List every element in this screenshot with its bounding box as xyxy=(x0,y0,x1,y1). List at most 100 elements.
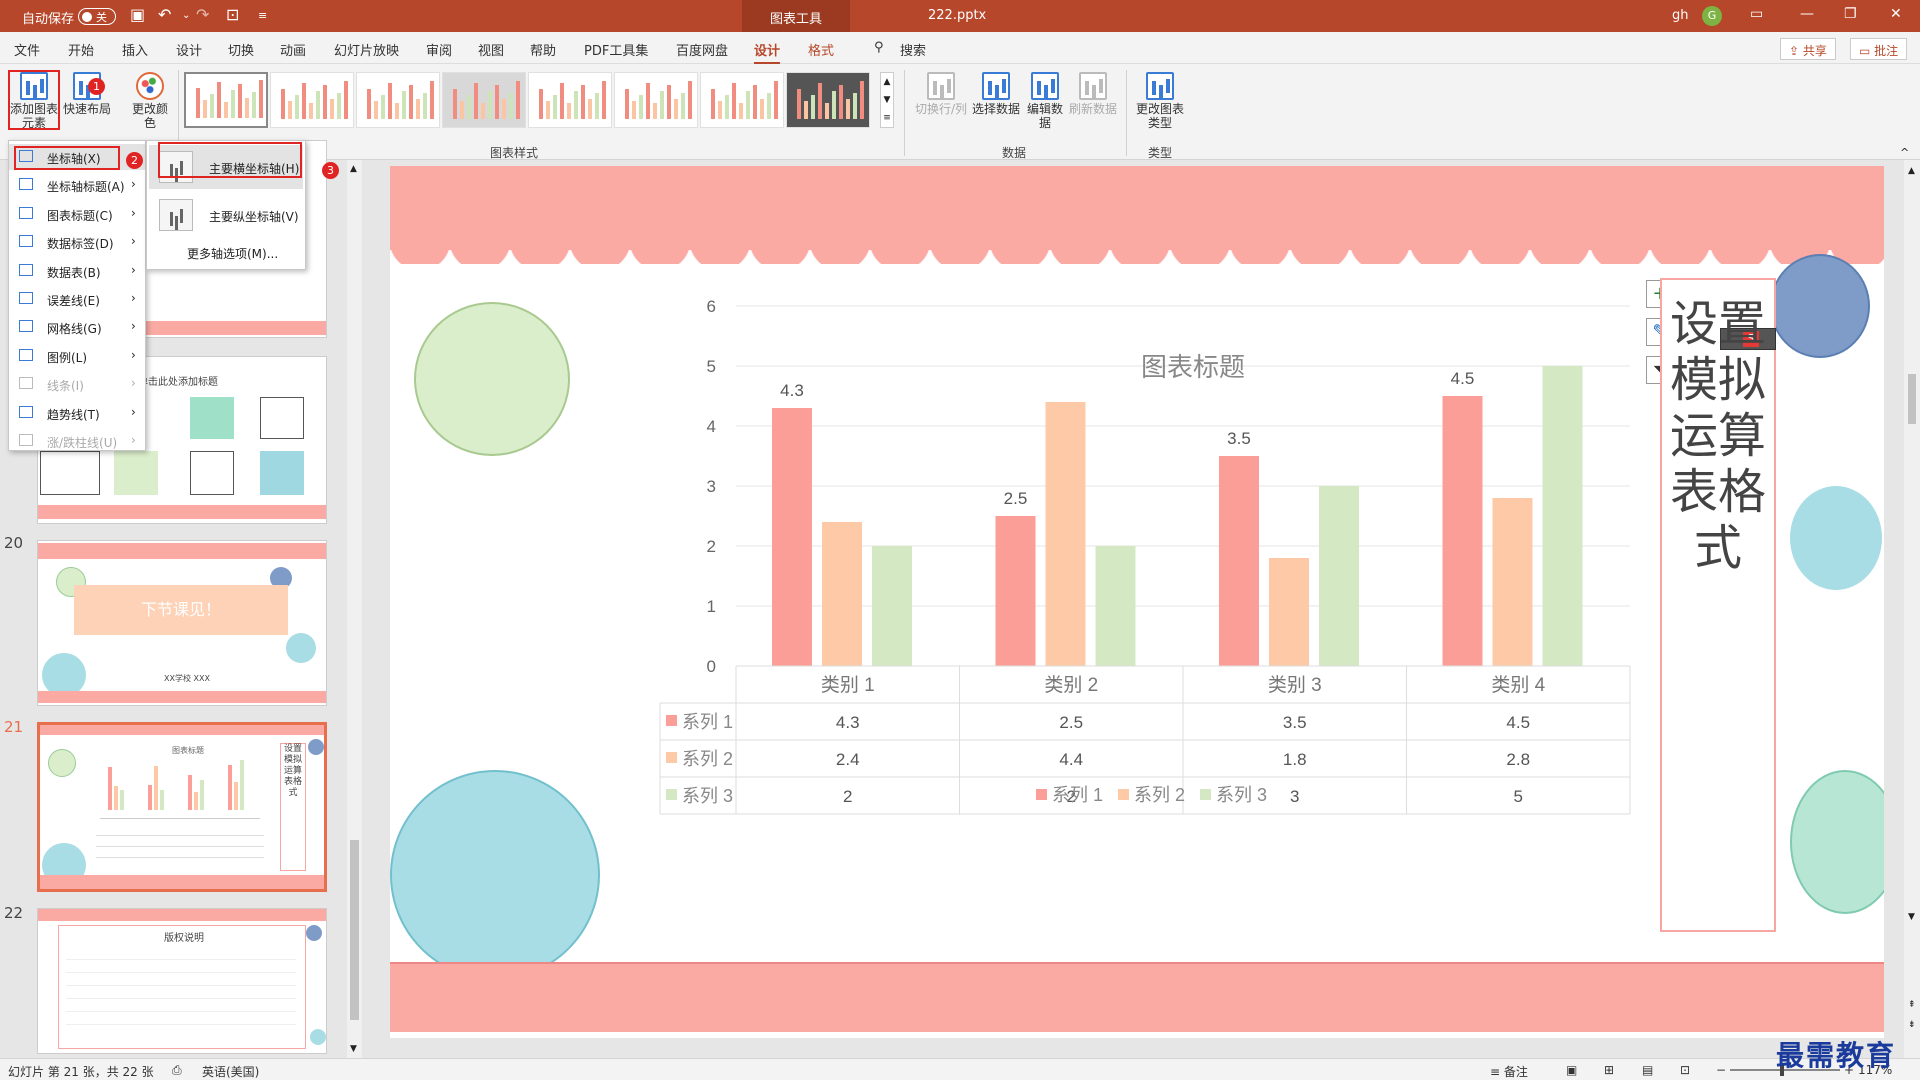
change-chart-type-button[interactable]: 更改图表类型 xyxy=(1134,72,1186,130)
thumb-band xyxy=(38,505,326,519)
undo-dropdown-icon[interactable]: ⌄ xyxy=(182,10,190,21)
avatar[interactable]: G xyxy=(1702,6,1722,26)
tab-baidu-netdisk[interactable]: 百度网盘 xyxy=(676,40,728,59)
tab-review[interactable]: 审阅 xyxy=(426,40,452,59)
menu-item-gridlines[interactable]: 网格线(G) › xyxy=(9,314,145,340)
scroll-up-icon[interactable]: ▲ xyxy=(1908,166,1915,176)
highlight-axes-item xyxy=(14,146,120,170)
undo-icon[interactable]: ↶ xyxy=(158,5,171,24)
menu-item-trendline[interactable]: 趋势线(T) › xyxy=(9,400,145,426)
tab-animations[interactable]: 动画 xyxy=(280,40,306,59)
collapse-ribbon-icon[interactable]: ^ xyxy=(1900,146,1909,159)
scroll-down-icon[interactable]: ▼ xyxy=(350,1044,357,1054)
quick-layout-label: 快速布局 xyxy=(62,102,111,116)
slide-thumbnail-22[interactable]: 版权说明 xyxy=(37,908,327,1054)
switch-row-column-button[interactable]: 切换行/列 xyxy=(914,72,968,116)
chart-style-preview-bar xyxy=(288,101,292,119)
slide-sorter-icon[interactable]: ⊞ xyxy=(1604,1063,1614,1077)
chart-style-option[interactable] xyxy=(700,72,784,128)
menu-item-axis-titles[interactable]: 坐标轴标题(A) › xyxy=(9,172,145,198)
slide-thumbnail-20[interactable]: 下节课见！ XX学校 XXX xyxy=(37,540,327,706)
tab-slideshow[interactable]: 幻灯片放映 xyxy=(334,40,399,59)
tab-help[interactable]: 帮助 xyxy=(530,40,556,59)
menu-item-data-labels[interactable]: 数据标签(D) › xyxy=(9,229,145,255)
tab-home[interactable]: 开始 xyxy=(68,40,94,59)
editor-scrollbar[interactable]: ▲ ▼ ⇞ ⇟ xyxy=(1904,160,1920,1058)
restore-icon[interactable]: ❐ xyxy=(1844,6,1857,22)
menu-item-data-table[interactable]: 数据表(B) › xyxy=(9,258,145,284)
thumbnail-scrollbar[interactable]: ▲ ▼ xyxy=(347,160,362,1058)
scroll-thumb[interactable] xyxy=(1908,374,1916,424)
tab-transitions[interactable]: 切换 xyxy=(228,40,254,59)
gallery-scroll[interactable]: ▲ ▼ ≡ xyxy=(880,72,894,128)
bar-2-1 xyxy=(822,522,862,666)
zoom-out-icon[interactable]: − xyxy=(1716,1063,1726,1077)
edit-data-button[interactable]: 编辑数据 xyxy=(1024,72,1066,130)
bar-1-4 xyxy=(1442,396,1483,666)
redo-icon[interactable]: ↷ xyxy=(196,5,209,24)
chart-style-option[interactable] xyxy=(356,72,440,128)
menu-item-label: 误差线(E) xyxy=(47,294,100,308)
autosave-toggle[interactable]: 关 xyxy=(78,8,116,25)
notes-button[interactable]: ≡ 备注 xyxy=(1490,1063,1528,1080)
chart-style-preview-bar xyxy=(488,91,492,119)
chart-style-preview-bar xyxy=(210,94,214,118)
language[interactable]: 英语(美国) xyxy=(202,1063,259,1080)
menu-item-up-down-bars[interactable]: 涨/跌柱线(U) › xyxy=(9,428,145,454)
select-data-button[interactable]: 选择数据 xyxy=(970,72,1022,116)
slide-thumbnail-21[interactable]: 图表标题 设置模拟运算表格式 xyxy=(37,722,327,892)
tab-file[interactable]: 文件 xyxy=(14,40,40,59)
scroll-thumb[interactable] xyxy=(350,840,359,1020)
tab-view[interactable]: 视图 xyxy=(478,40,504,59)
table-value: 2 xyxy=(843,787,852,806)
menu-item-label: 线条(I) xyxy=(47,379,84,394)
slideshow-view-icon[interactable]: ⊡ xyxy=(1680,1063,1690,1077)
chart-style-option[interactable] xyxy=(184,72,268,128)
user-name[interactable]: gh xyxy=(1672,8,1689,23)
submenu-more-axis-options[interactable]: 更多轴选项(M)... xyxy=(149,239,303,265)
tab-design[interactable]: 设计 xyxy=(176,40,202,59)
scroll-up-icon[interactable]: ▲ xyxy=(350,164,357,174)
tab-chart-format[interactable]: 格式 xyxy=(808,40,834,59)
chart-style-option[interactable] xyxy=(270,72,354,128)
menu-item-legend[interactable]: 图例(L) › xyxy=(9,343,145,369)
change-colors-button[interactable]: 更改颜色 xyxy=(128,72,172,130)
chart-style-option[interactable] xyxy=(614,72,698,128)
scroll-down-icon[interactable]: ▼ xyxy=(1908,912,1915,922)
tab-pdf-tools[interactable]: PDF工具集 xyxy=(584,40,648,59)
minimize-icon[interactable]: — xyxy=(1800,6,1814,22)
chart-style-option[interactable] xyxy=(528,72,612,128)
slide-canvas[interactable]: 0 1 2 3 4 5 6 图表标题 4.3 2.5 3.5 4.5 类别 1 类别 2 类别 3 类别 4 系… xyxy=(390,166,1884,1038)
normal-view-icon[interactable]: ▣ xyxy=(1566,1063,1577,1077)
submenu-primary-vertical-axis[interactable]: 主要纵坐标轴(V) xyxy=(149,193,303,237)
save-icon[interactable]: ▣ xyxy=(130,5,145,24)
comments-button[interactable]: ▭ 批注 xyxy=(1850,38,1908,60)
menu-item-lines[interactable]: 线条(I) › xyxy=(9,371,145,397)
chart-area[interactable]: 0 1 2 3 4 5 6 图表标题 4.3 2.5 3.5 4.5 类别 1 类别 2 类别 3 类别 4 系… xyxy=(640,276,1640,936)
chart-style-option[interactable] xyxy=(786,72,870,128)
chart-style-preview-bar xyxy=(409,85,413,119)
share-button[interactable]: ⇪ 共享 xyxy=(1780,38,1836,60)
tab-chart-design[interactable]: 设计 xyxy=(754,40,781,65)
submenu-arrow-icon: › xyxy=(131,347,136,362)
menu-item-chart-title[interactable]: 图表标题(C) › xyxy=(9,201,145,227)
customize-quick-access-icon[interactable]: ≡ xyxy=(258,9,267,22)
next-slide-icon[interactable]: ⇟ xyxy=(1908,1020,1916,1030)
chart-style-preview-bar xyxy=(846,99,850,119)
top-scallop-edge xyxy=(390,240,1884,264)
data-label: 4.5 xyxy=(1451,369,1475,388)
presentation-icon[interactable]: ⊡ xyxy=(226,5,239,24)
tab-insert[interactable]: 插入 xyxy=(122,40,148,59)
chart-style-preview-bar xyxy=(825,103,829,119)
menu-item-error-bars[interactable]: 误差线(E) › xyxy=(9,286,145,312)
chart-style-option[interactable] xyxy=(442,72,526,128)
close-icon[interactable]: ✕ xyxy=(1890,6,1902,22)
ribbon-display-icon[interactable]: ▭ xyxy=(1750,6,1763,22)
refresh-data-button[interactable]: 刷新数据 xyxy=(1068,72,1118,116)
quick-layout-button[interactable]: 快速布局 xyxy=(62,72,112,116)
search-label[interactable]: 搜索 xyxy=(900,40,926,59)
prev-slide-icon[interactable]: ⇞ xyxy=(1908,1000,1916,1010)
spell-check-icon[interactable]: ⎙ xyxy=(172,1063,182,1078)
search-icon[interactable]: ⚲ xyxy=(874,40,884,55)
reading-view-icon[interactable]: ▤ xyxy=(1642,1063,1653,1077)
